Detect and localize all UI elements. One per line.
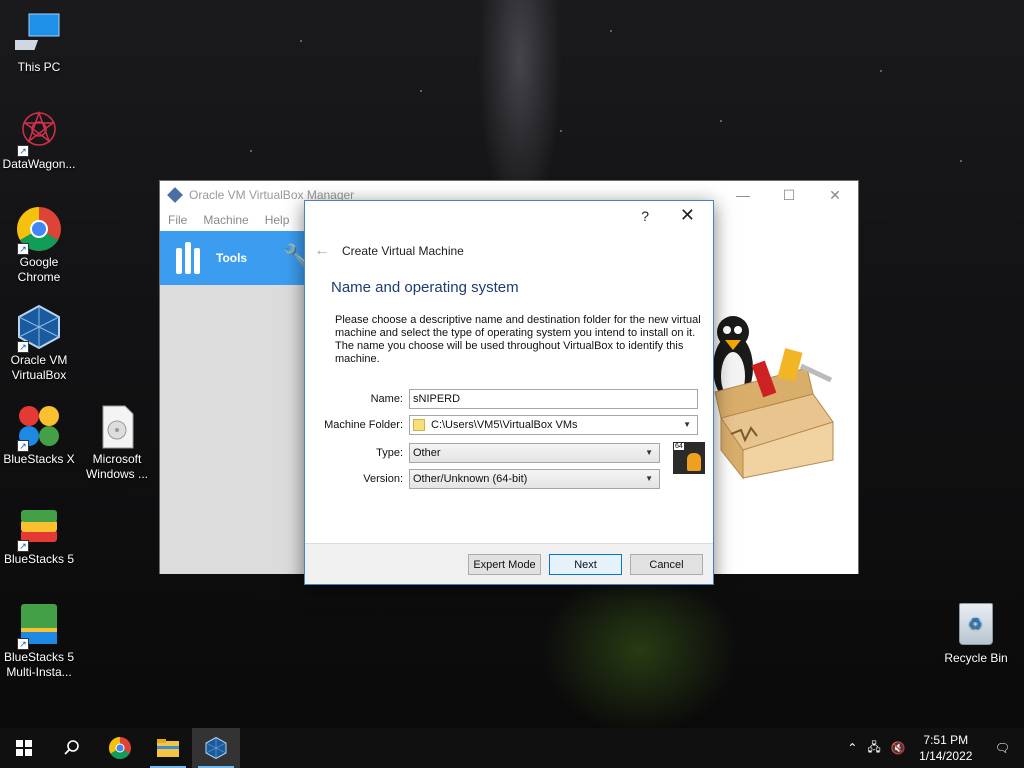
chevron-down-icon: ▼ bbox=[683, 420, 691, 429]
back-arrow-icon[interactable]: ← bbox=[314, 242, 342, 260]
version-label: Version: bbox=[363, 473, 403, 485]
desktop-icon-datawagon[interactable]: ↗ DataWagon... bbox=[1, 107, 77, 172]
datawagon-icon: ↗ bbox=[15, 107, 63, 157]
system-tray: ⌃ 🖧 🔇 7:51 PM 1/14/2022 🗨 bbox=[842, 728, 1024, 768]
search-icon bbox=[64, 740, 79, 755]
bluestacks-multi-icon: ↗ bbox=[15, 600, 63, 650]
chevron-up-icon[interactable]: ⌃ bbox=[842, 741, 862, 755]
taskbar: ⌃ 🖧 🔇 7:51 PM 1/14/2022 🗨 bbox=[0, 728, 1024, 768]
search-button[interactable] bbox=[48, 728, 96, 768]
page-description: Please choose a descriptive name and des… bbox=[335, 314, 701, 365]
notification-icon[interactable]: 🗨 bbox=[981, 741, 1024, 755]
page-title: Name and operating system bbox=[331, 279, 519, 296]
window-controls: — ☐ ✕ bbox=[720, 181, 858, 209]
bluestacks-x-icon: ↗ bbox=[15, 402, 63, 452]
network-icon[interactable]: 🖧 bbox=[862, 738, 885, 759]
taskbar-file-explorer[interactable] bbox=[144, 728, 192, 768]
version-row: Version: Other/Unknown (64-bit) ▼ bbox=[305, 469, 660, 489]
desktop-icon-virtualbox[interactable]: ↗ Oracle VM VirtualBox bbox=[1, 303, 77, 383]
clock-time: 7:51 PM bbox=[923, 733, 969, 747]
desktop-icon-recycle-bin[interactable]: Recycle Bin bbox=[940, 603, 1012, 665]
folder-value: C:\Users\VM5\VirtualBox VMs bbox=[431, 419, 578, 431]
chevron-down-icon: ▼ bbox=[645, 474, 653, 483]
dialog-titlebar[interactable]: ? ✕ bbox=[305, 201, 713, 231]
disc-file-icon bbox=[93, 402, 141, 450]
version-value: Other/Unknown (64-bit) bbox=[413, 473, 528, 485]
dialog-title: Create Virtual Machine bbox=[342, 244, 464, 258]
start-icon bbox=[16, 740, 32, 756]
dialog-header: ← Create Virtual Machine bbox=[305, 231, 713, 271]
create-vm-dialog[interactable]: ? ✕ ← Create Virtual Machine Name and op… bbox=[304, 200, 714, 585]
name-value: sNIPERD bbox=[413, 393, 461, 405]
desktop-icon-this-pc[interactable]: This PC bbox=[1, 10, 77, 75]
computer-icon bbox=[4, 10, 63, 58]
file-explorer-icon bbox=[157, 739, 179, 757]
tools-label: Tools bbox=[216, 251, 248, 265]
menu-file[interactable]: File bbox=[168, 213, 187, 227]
help-button[interactable]: ? bbox=[641, 208, 649, 224]
name-label: Name: bbox=[370, 393, 403, 405]
folder-select[interactable]: C:\Users\VM5\VirtualBox VMs ▼ bbox=[409, 415, 698, 435]
next-button[interactable]: Next bbox=[549, 554, 622, 575]
start-button[interactable] bbox=[0, 728, 48, 768]
maximize-button[interactable]: ☐ bbox=[766, 181, 812, 209]
version-select[interactable]: Other/Unknown (64-bit) ▼ bbox=[409, 469, 660, 489]
clock[interactable]: 7:51 PM 1/14/2022 bbox=[911, 732, 981, 764]
folder-row: Machine Folder: C:\Users\VM5\VirtualBox … bbox=[305, 415, 698, 435]
machine-list-pane: Tools bbox=[160, 231, 305, 574]
virtualbox-icon bbox=[167, 187, 183, 203]
desktop-icon-bluestacks-x[interactable]: ↗ BlueStacks X bbox=[1, 402, 77, 467]
recycle-bin-icon bbox=[959, 603, 993, 645]
dialog-footer: Expert Mode Next Cancel bbox=[305, 543, 713, 584]
desktop-icon-bluestacks-5[interactable]: ↗ BlueStacks 5 bbox=[1, 502, 77, 567]
tools-icon bbox=[176, 242, 206, 274]
dialog-close-button[interactable]: ✕ bbox=[680, 205, 695, 226]
folder-icon bbox=[413, 419, 425, 431]
os-64-badge: 64 bbox=[674, 443, 684, 450]
folder-label: Machine Folder: bbox=[324, 419, 403, 431]
desktop-icon-bluestacks-multi[interactable]: ↗ BlueStacks 5 Multi-Insta... bbox=[1, 600, 77, 680]
menu-help[interactable]: Help bbox=[265, 213, 290, 227]
close-button[interactable]: ✕ bbox=[812, 181, 858, 209]
cancel-button[interactable]: Cancel bbox=[630, 554, 703, 575]
type-label: Type: bbox=[376, 447, 403, 459]
name-input[interactable]: sNIPERD bbox=[409, 389, 698, 409]
volume-muted-icon[interactable]: 🔇 bbox=[886, 741, 911, 755]
desktop-icon-chrome[interactable]: ↗ Google Chrome bbox=[1, 205, 77, 285]
minimize-button[interactable]: — bbox=[720, 181, 766, 209]
bluestacks-icon: ↗ bbox=[15, 502, 63, 552]
menu-machine[interactable]: Machine bbox=[203, 213, 248, 227]
type-value: Other bbox=[413, 447, 441, 459]
virtualbox-icon bbox=[205, 736, 227, 760]
taskbar-virtualbox[interactable] bbox=[192, 728, 240, 768]
expert-mode-button[interactable]: Expert Mode bbox=[468, 554, 541, 575]
type-row: Type: Other ▼ bbox=[305, 443, 660, 463]
name-row: Name: sNIPERD bbox=[305, 389, 698, 409]
os-type-icon: 64 bbox=[673, 442, 705, 474]
type-select[interactable]: Other ▼ bbox=[409, 443, 660, 463]
chrome-icon bbox=[109, 737, 131, 759]
taskbar-chrome[interactable] bbox=[96, 728, 144, 768]
clock-date: 1/14/2022 bbox=[919, 749, 973, 763]
chevron-down-icon: ▼ bbox=[645, 448, 653, 457]
virtualbox-mascot-illustration bbox=[711, 310, 843, 480]
virtualbox-icon: ↗ bbox=[15, 303, 63, 353]
chrome-icon: ↗ bbox=[15, 205, 63, 255]
desktop-icon-windows-iso[interactable]: Microsoft Windows ... bbox=[79, 402, 155, 482]
